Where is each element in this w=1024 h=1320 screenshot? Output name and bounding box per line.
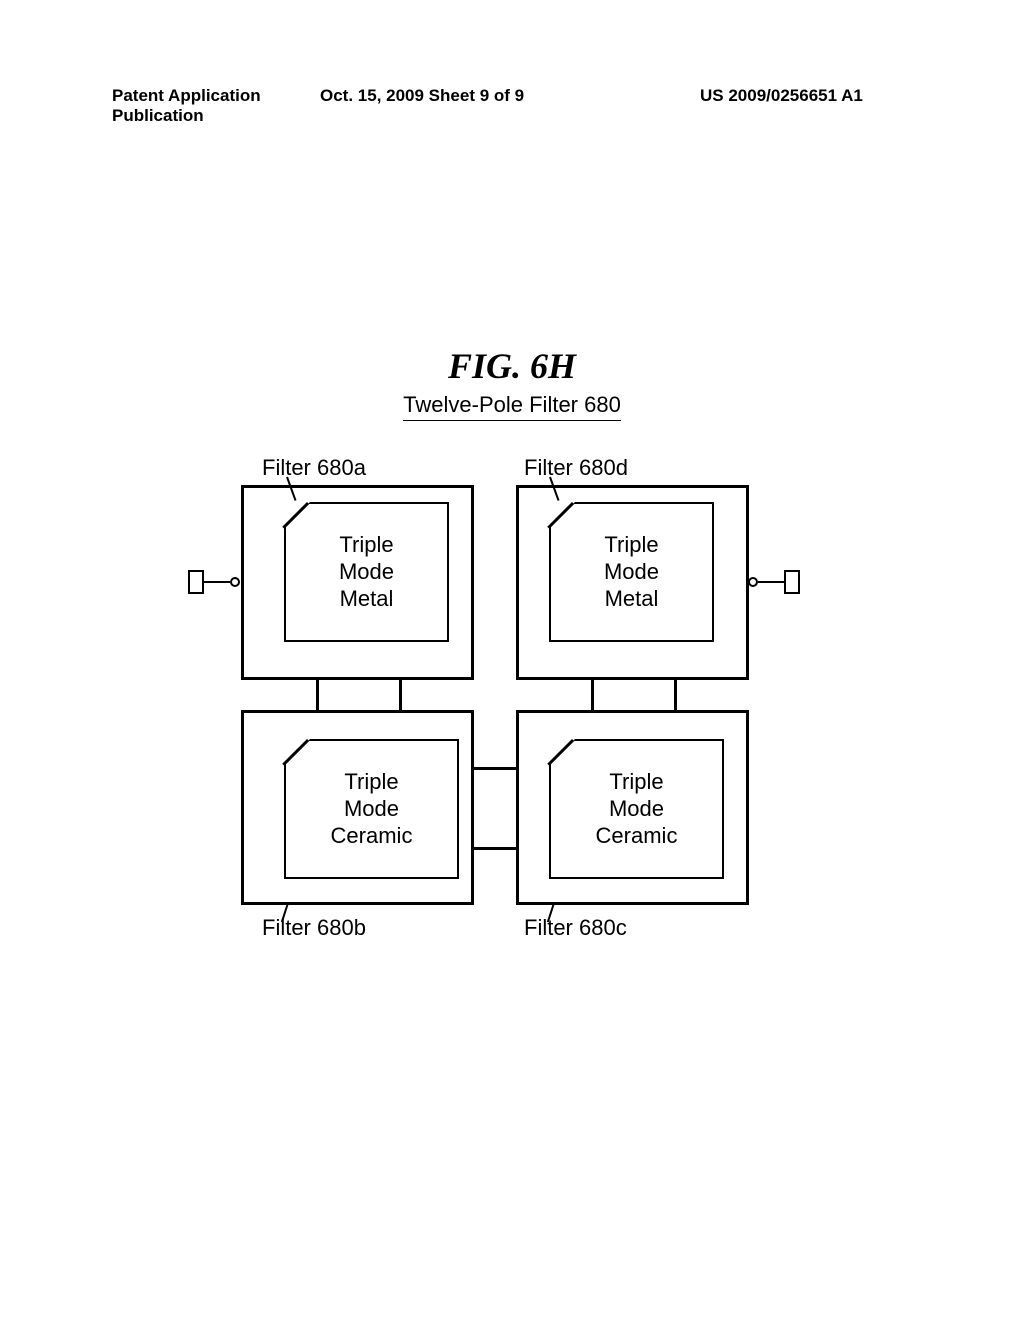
connector-h — [474, 767, 516, 770]
block-text-line: Ceramic — [551, 822, 722, 849]
figure-subtitle: Twelve-Pole Filter 680 — [403, 392, 621, 421]
block-text-line: Triple — [286, 532, 447, 559]
block-text-line: Mode — [551, 796, 722, 823]
filter-block-b-inner: Triple Mode Ceramic — [284, 739, 459, 879]
header-right: US 2009/0256651 A1 — [700, 86, 1024, 126]
filter-block-d-inner: Triple Mode Metal — [549, 502, 714, 642]
block-text-line: Triple — [551, 532, 712, 559]
block-text-line: Metal — [286, 585, 447, 612]
connector-v — [399, 680, 402, 710]
block-text-line: Mode — [286, 796, 457, 823]
filter-block-a-outer: Triple Mode Metal — [241, 485, 474, 680]
filter-block-d-outer: Triple Mode Metal — [516, 485, 749, 680]
port-stub-icon — [188, 570, 204, 594]
port-line-icon — [204, 581, 230, 584]
port-left — [188, 570, 240, 594]
connector-v — [316, 680, 319, 710]
block-text-line: Mode — [551, 559, 712, 586]
filter-block-b-text: Triple Mode Ceramic — [286, 769, 457, 849]
block-text-line: Mode — [286, 559, 447, 586]
header-middle: Oct. 15, 2009 Sheet 9 of 9 — [320, 86, 700, 126]
label-filter-d: Filter 680d — [524, 455, 628, 481]
port-right — [748, 570, 800, 594]
connector-v — [674, 680, 677, 710]
label-filter-b: Filter 680b — [262, 915, 366, 941]
figure-subtitle-wrap: Twelve-Pole Filter 680 — [0, 392, 1024, 421]
label-filter-a: Filter 680a — [262, 455, 366, 481]
filter-block-c-outer: Triple Mode Ceramic — [516, 710, 749, 905]
header-left: Patent Application Publication — [0, 86, 320, 126]
connector-h — [474, 847, 516, 850]
port-line-icon — [758, 581, 784, 584]
figure-title: FIG. 6H — [0, 345, 1024, 387]
filter-block-d-text: Triple Mode Metal — [551, 532, 712, 612]
block-text-line: Metal — [551, 585, 712, 612]
filter-block-a-text: Triple Mode Metal — [286, 532, 447, 612]
filter-block-c-inner: Triple Mode Ceramic — [549, 739, 724, 879]
filter-block-b-outer: Triple Mode Ceramic — [241, 710, 474, 905]
filter-block-c-text: Triple Mode Ceramic — [551, 769, 722, 849]
block-text-line: Ceramic — [286, 822, 457, 849]
port-stub-icon — [784, 570, 800, 594]
filter-block-a-inner: Triple Mode Metal — [284, 502, 449, 642]
label-filter-c: Filter 680c — [524, 915, 627, 941]
patent-header: Patent Application Publication Oct. 15, … — [0, 86, 1024, 126]
connector-v — [591, 680, 594, 710]
port-dot-icon — [230, 577, 240, 587]
block-text-line: Triple — [286, 769, 457, 796]
block-text-line: Triple — [551, 769, 722, 796]
port-dot-icon — [748, 577, 758, 587]
